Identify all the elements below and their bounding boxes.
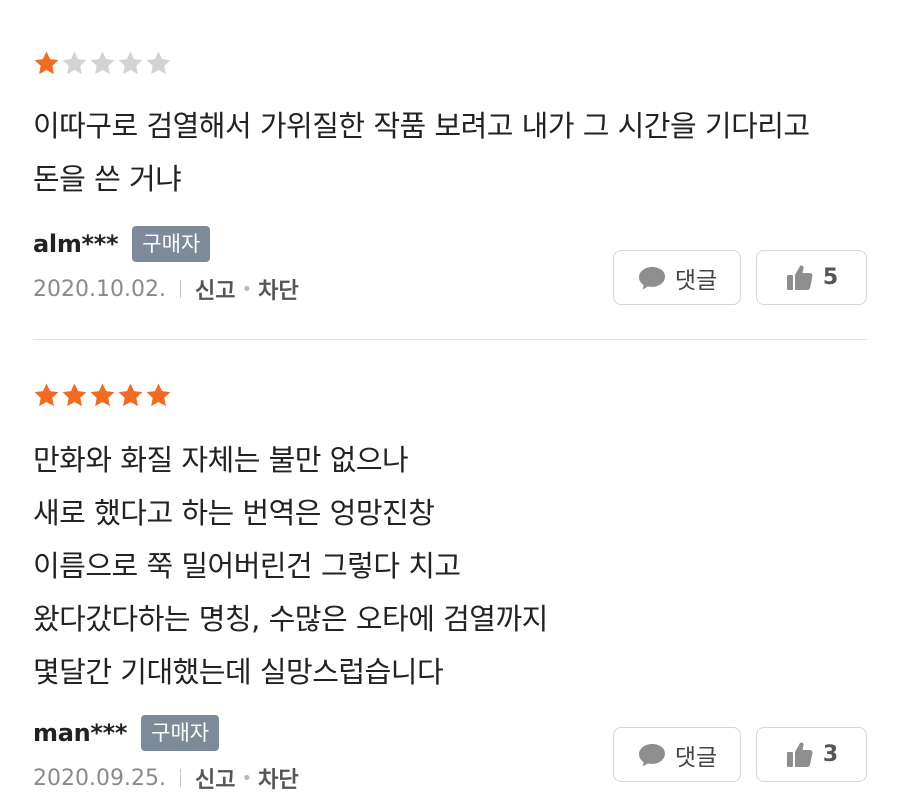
comment-button[interactable]: 댓글: [613, 250, 741, 305]
review-list: 이따구로 검열해서 가위질한 작품 보려고 내가 그 시간을 기다리고 돈을 쓴…: [0, 0, 900, 807]
star-rating: [33, 50, 867, 80]
review-date: 2020.09.25.: [33, 765, 166, 791]
star-filled-icon: [117, 382, 144, 409]
star-filled-icon: [33, 50, 60, 77]
review-text: 이따구로 검열해서 가위질한 작품 보려고 내가 그 시간을 기다리고 돈을 쓴…: [33, 109, 810, 196]
review-meta: man*** 구매자 2020.09.25. 신고 • 차단 댓글 3: [33, 713, 867, 797]
report-link[interactable]: 신고: [195, 273, 235, 305]
comment-label: 댓글: [674, 267, 718, 294]
star-empty-icon: [117, 50, 144, 77]
block-link[interactable]: 차단: [258, 273, 298, 305]
divider: [179, 280, 181, 298]
star-filled-icon: [33, 382, 60, 409]
buyer-badge: 구매자: [141, 715, 220, 751]
star-empty-icon: [89, 50, 116, 77]
like-button[interactable]: 3: [756, 727, 867, 782]
buyer-badge: 구매자: [132, 226, 211, 262]
review-divider: [33, 339, 867, 340]
star-filled-icon: [145, 382, 172, 409]
star-filled-icon: [61, 382, 88, 409]
thumbs-up-icon: [785, 263, 815, 293]
dot-separator: •: [241, 278, 253, 300]
block-link[interactable]: 차단: [258, 762, 298, 794]
thumbs-up-icon: [785, 740, 815, 770]
star-empty-icon: [61, 50, 88, 77]
username: alm***: [33, 230, 119, 258]
review-text: 만화와 화질 자체는 불만 없으나 새로 했다고 하는 번역은 엉망진창 이름으…: [33, 443, 548, 689]
star-empty-icon: [145, 50, 172, 77]
review-item: 이따구로 검열해서 가위질한 작품 보려고 내가 그 시간을 기다리고 돈을 쓴…: [33, 50, 867, 308]
report-link[interactable]: 신고: [195, 762, 235, 794]
speech-bubble-icon: [637, 742, 667, 768]
dot-separator: •: [241, 767, 253, 789]
review-date: 2020.10.02.: [33, 276, 166, 302]
username: man***: [33, 719, 128, 747]
star-filled-icon: [89, 382, 116, 409]
comment-label: 댓글: [674, 744, 718, 771]
like-button[interactable]: 5: [756, 250, 867, 305]
speech-bubble-icon: [637, 265, 667, 291]
star-rating: [33, 382, 867, 412]
like-count: 5: [822, 265, 839, 290]
review-item: 만화와 화질 자체는 불만 없으나 새로 했다고 하는 번역은 엉망진창 이름으…: [33, 382, 867, 797]
comment-button[interactable]: 댓글: [613, 727, 741, 782]
review-meta: alm*** 구매자 2020.10.02. 신고 • 차단 댓글 5: [33, 224, 867, 308]
like-count: 3: [822, 742, 839, 767]
divider: [179, 769, 181, 787]
